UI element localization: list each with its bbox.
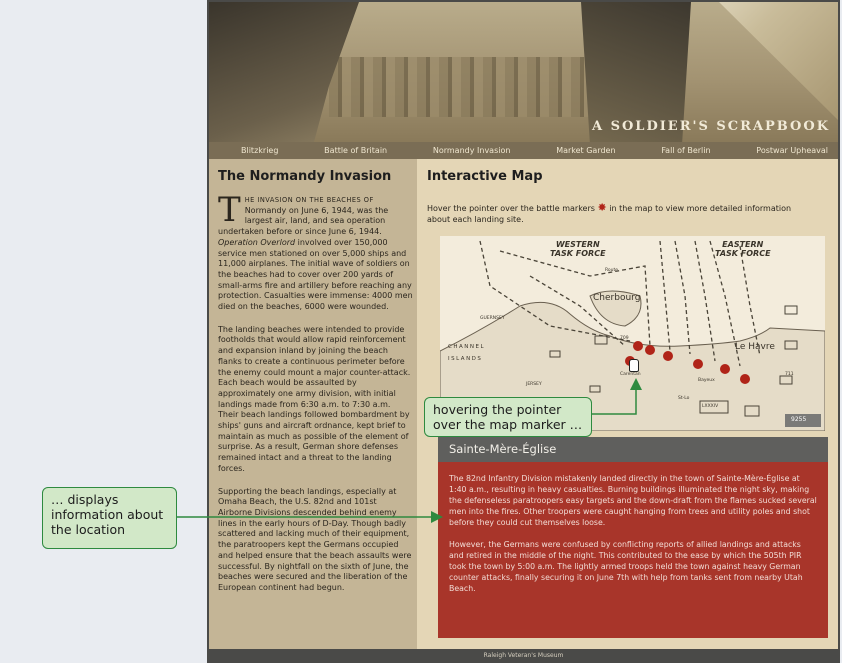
drop-cap: T bbox=[218, 190, 241, 230]
map-label-bayeux: Bayeux bbox=[698, 378, 715, 383]
nav-link-battle-of-britain[interactable]: Battle of Britain bbox=[324, 146, 387, 155]
map-instructions: Hover the pointer over the battle marker… bbox=[427, 201, 792, 224]
website-frame: A SOLDIER'S SCRAPBOOK Blitzkrieg Battle … bbox=[207, 0, 840, 663]
nav-link-postwar-upheaval[interactable]: Postwar Upheaval bbox=[756, 146, 828, 155]
sidebar: The Normandy Invasion T HE INVASION ON TH… bbox=[209, 159, 417, 649]
site-title: A SOLDIER'S SCRAPBOOK bbox=[591, 119, 830, 134]
map-label-cherbourg: Cherbourg bbox=[593, 293, 641, 303]
sidebar-paragraph-3: Supporting the beach landings, especiall… bbox=[218, 486, 412, 592]
map-label-eastern-task-force: EASTERN TASK FORCE bbox=[715, 240, 771, 258]
header-banner: A SOLDIER'S SCRAPBOOK bbox=[209, 2, 838, 142]
map-marker[interactable] bbox=[693, 359, 703, 369]
map-label-carentan: Carentan bbox=[620, 372, 641, 377]
nav-link-blitzkrieg[interactable]: Blitzkrieg bbox=[241, 146, 278, 155]
footer: Raleigh Veteran's Museum bbox=[209, 649, 838, 663]
map-label-711: 711 bbox=[785, 372, 794, 377]
sidebar-heading: The Normandy Invasion bbox=[218, 169, 392, 184]
nav-link-fall-of-berlin[interactable]: Fall of Berlin bbox=[661, 146, 710, 155]
sidebar-text: T HE INVASION ON THE BEACHES OF Normandy … bbox=[218, 190, 413, 606]
location-paragraph-2: However, the Germans were confused by co… bbox=[449, 540, 803, 593]
lead-caps: HE INVASION ON THE BEACHES OF bbox=[244, 196, 374, 204]
operation-overlord: Operation Overlord bbox=[218, 237, 296, 247]
callout-displays: … displays information about the locatio… bbox=[42, 487, 177, 549]
nav-link-normandy-invasion[interactable]: Normandy Invasion bbox=[433, 146, 511, 155]
location-info-panel: Sainte-Mère-Église The 82nd Infantry Div… bbox=[438, 437, 828, 638]
banner-page-curl bbox=[719, 2, 838, 120]
callout-hover: hovering the pointer over the map marker… bbox=[424, 397, 592, 437]
map-label-route: Route bbox=[605, 268, 619, 273]
map-label-jersey: JERSEY bbox=[526, 382, 542, 387]
sidebar-paragraph-2: The landing beaches were intended to pro… bbox=[218, 324, 411, 473]
location-description: The 82nd Infantry Division mistakenly la… bbox=[438, 462, 828, 594]
banner-photo-soldiers bbox=[329, 57, 599, 117]
map-marker[interactable] bbox=[720, 364, 730, 374]
battle-marker-icon: ✸ bbox=[597, 201, 607, 214]
map-marker[interactable] bbox=[740, 374, 750, 384]
hand-pointer-icon bbox=[629, 359, 639, 372]
map-marker[interactable] bbox=[645, 345, 655, 355]
map-label-st-lo: St-Lo bbox=[678, 396, 690, 401]
nav-link-market-garden[interactable]: Market Garden bbox=[556, 146, 615, 155]
map-scale-badge: 9255 bbox=[791, 416, 807, 423]
nav-bar: Blitzkrieg Battle of Britain Normandy In… bbox=[209, 142, 838, 159]
map-label-western-task-force: WESTERN TASK FORCE bbox=[550, 240, 606, 258]
location-paragraph-1: The 82nd Infantry Division mistakenly la… bbox=[449, 474, 817, 527]
map-label-channel-islands: CHANNEL ISLANDS bbox=[448, 344, 486, 362]
map-marker[interactable] bbox=[663, 351, 673, 361]
location-title: Sainte-Mère-Église bbox=[438, 437, 828, 462]
page-title: Interactive Map bbox=[427, 169, 543, 184]
map-marker[interactable] bbox=[633, 341, 643, 351]
map-label-corps: LXXXIV bbox=[702, 404, 719, 409]
map-label-guernsey: GUERNSEY bbox=[480, 316, 505, 321]
map-label-le-havre: Le Havre bbox=[735, 342, 775, 352]
sidebar-paragraph-1: T HE INVASION ON THE BEACHES OF Normandy … bbox=[218, 190, 413, 312]
map-label-709: 709 bbox=[620, 336, 629, 341]
